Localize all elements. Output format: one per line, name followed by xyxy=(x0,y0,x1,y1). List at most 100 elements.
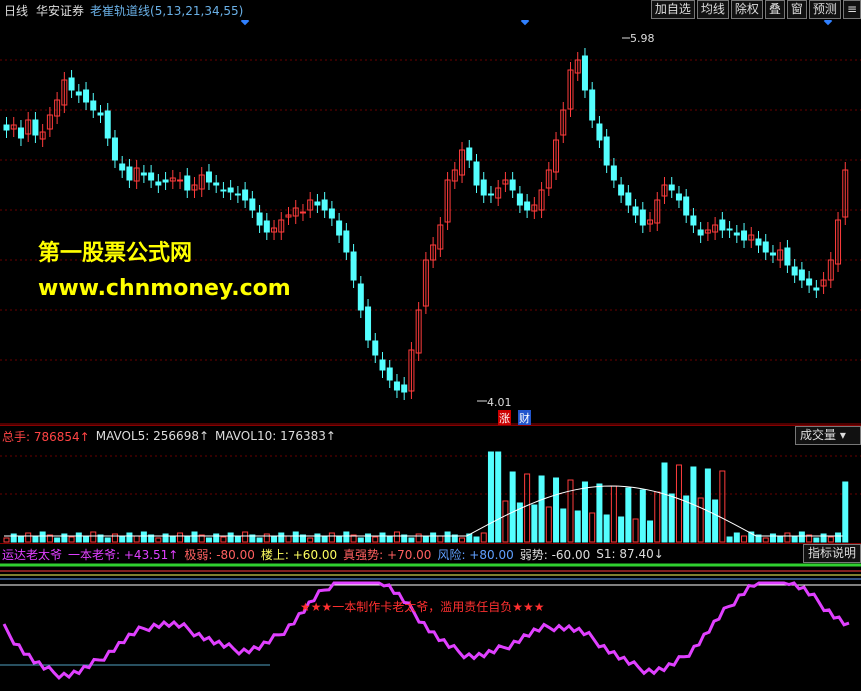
volume-bar xyxy=(314,533,321,543)
volume-bar xyxy=(430,532,437,543)
volume-bar xyxy=(726,536,733,543)
window-button[interactable]: 窗 xyxy=(786,0,807,19)
volume-selector[interactable]: 成交量 ▾ xyxy=(795,426,861,445)
candle-body xyxy=(379,359,386,371)
volume-bar xyxy=(285,535,292,543)
candle-body xyxy=(140,172,147,176)
candle-body xyxy=(17,127,24,139)
zhang-marker[interactable]: 涨 xyxy=(498,410,511,426)
volume-bar xyxy=(365,533,372,543)
candle-body xyxy=(32,119,39,136)
candle-body xyxy=(242,189,249,201)
volume-bar xyxy=(155,537,162,543)
volume-bar xyxy=(17,536,24,543)
candle-body xyxy=(119,163,126,171)
candle-body xyxy=(639,209,646,226)
add-favorite-button[interactable]: 加自选 xyxy=(650,0,695,19)
volume-header: 总手: 786854↑ MAVOL5: 256698↑ MAVOL10: 176… xyxy=(0,425,861,446)
volume-bar xyxy=(798,531,805,543)
volume-selector-label: 成交量 xyxy=(800,428,837,442)
volume-bar xyxy=(444,531,451,543)
volume-bar xyxy=(393,531,400,543)
menu-icon[interactable]: ≡ xyxy=(842,0,861,19)
volume-bar xyxy=(321,536,328,543)
volume-bar xyxy=(820,533,827,543)
volume-bar xyxy=(162,533,169,543)
candle-body xyxy=(104,110,111,139)
candle-body xyxy=(683,196,690,216)
ma-button[interactable]: 均线 xyxy=(696,0,729,19)
candle-body xyxy=(155,181,162,186)
cai-marker[interactable]: 财 xyxy=(518,410,531,426)
volume-bar xyxy=(791,535,798,543)
volume-bar xyxy=(704,468,711,543)
period-label[interactable]: 日线 xyxy=(4,2,28,19)
volume-bar xyxy=(213,533,220,543)
volume-bar xyxy=(263,533,270,543)
chevron-down-icon: ▾ xyxy=(839,428,846,442)
volume-bar xyxy=(654,491,661,543)
candle-body xyxy=(184,175,191,191)
candle-body xyxy=(249,198,256,211)
candle-body xyxy=(90,100,97,111)
candle-body xyxy=(299,211,306,214)
volume-bar xyxy=(632,518,639,543)
candle-body xyxy=(336,220,343,236)
volume-bar xyxy=(480,532,487,543)
candle-body xyxy=(234,193,241,196)
ruoshi-value: 弱势: -60.00 xyxy=(519,547,591,562)
candle-body xyxy=(97,112,104,116)
candle-body xyxy=(321,199,328,211)
volume-bar xyxy=(357,537,364,543)
volume-bar xyxy=(777,536,784,543)
volume-bar xyxy=(278,532,285,543)
volume-bar xyxy=(39,531,46,543)
diamond-marker xyxy=(823,20,833,26)
indicator-chart[interactable] xyxy=(0,563,861,691)
volume-bar xyxy=(205,537,212,543)
candle-body xyxy=(589,89,596,121)
volume-bar xyxy=(835,532,842,543)
overlay-button[interactable]: 叠 xyxy=(764,0,785,19)
jiruo-value: 极弱: -80.00 xyxy=(184,547,255,562)
candle-body xyxy=(762,241,769,253)
candle-body xyxy=(314,201,321,206)
indicator-help-button[interactable]: 指标说明 xyxy=(802,544,861,563)
low-price-label: 4.01 xyxy=(487,396,512,409)
volume-bar xyxy=(328,532,335,543)
volume-bar xyxy=(733,532,740,543)
candle-body xyxy=(668,184,675,191)
volume-bar xyxy=(589,512,596,543)
indicator-name[interactable]: 老崔轨道线(5,13,21,34,55) xyxy=(90,2,243,19)
candlestick-chart[interactable] xyxy=(0,20,861,425)
volume-bar xyxy=(307,537,314,543)
candle-body xyxy=(610,165,617,181)
volume-bar xyxy=(169,536,176,543)
volume-bar xyxy=(473,536,480,543)
volume-bar xyxy=(683,495,690,543)
volume-bar xyxy=(509,471,516,543)
candle-body xyxy=(813,287,820,291)
loushang-value: 楼上: +60.00 xyxy=(260,547,338,562)
volume-bar xyxy=(596,483,603,543)
candle-body xyxy=(68,77,75,91)
volume-chart[interactable] xyxy=(0,446,861,543)
candle-body xyxy=(726,228,733,231)
candle-body xyxy=(343,230,350,253)
volume-bar xyxy=(184,535,191,543)
volume-bar xyxy=(191,531,198,543)
candle-body xyxy=(227,187,234,193)
s1-value: S1: 87.40↓ xyxy=(596,547,664,561)
volume-bar xyxy=(769,533,776,543)
ex-right-button[interactable]: 除权 xyxy=(730,0,763,19)
candle-body xyxy=(596,123,603,141)
candle-body xyxy=(205,171,212,183)
volume-bar xyxy=(126,532,133,543)
volume-bar xyxy=(827,536,834,543)
volume-bar xyxy=(553,477,560,543)
volume-bar xyxy=(842,481,849,543)
total-volume: 总手: 786854↑ xyxy=(2,429,90,444)
volume-bar xyxy=(90,531,97,543)
volume-bar xyxy=(422,536,429,543)
forecast-button[interactable]: 预测 xyxy=(808,0,841,19)
